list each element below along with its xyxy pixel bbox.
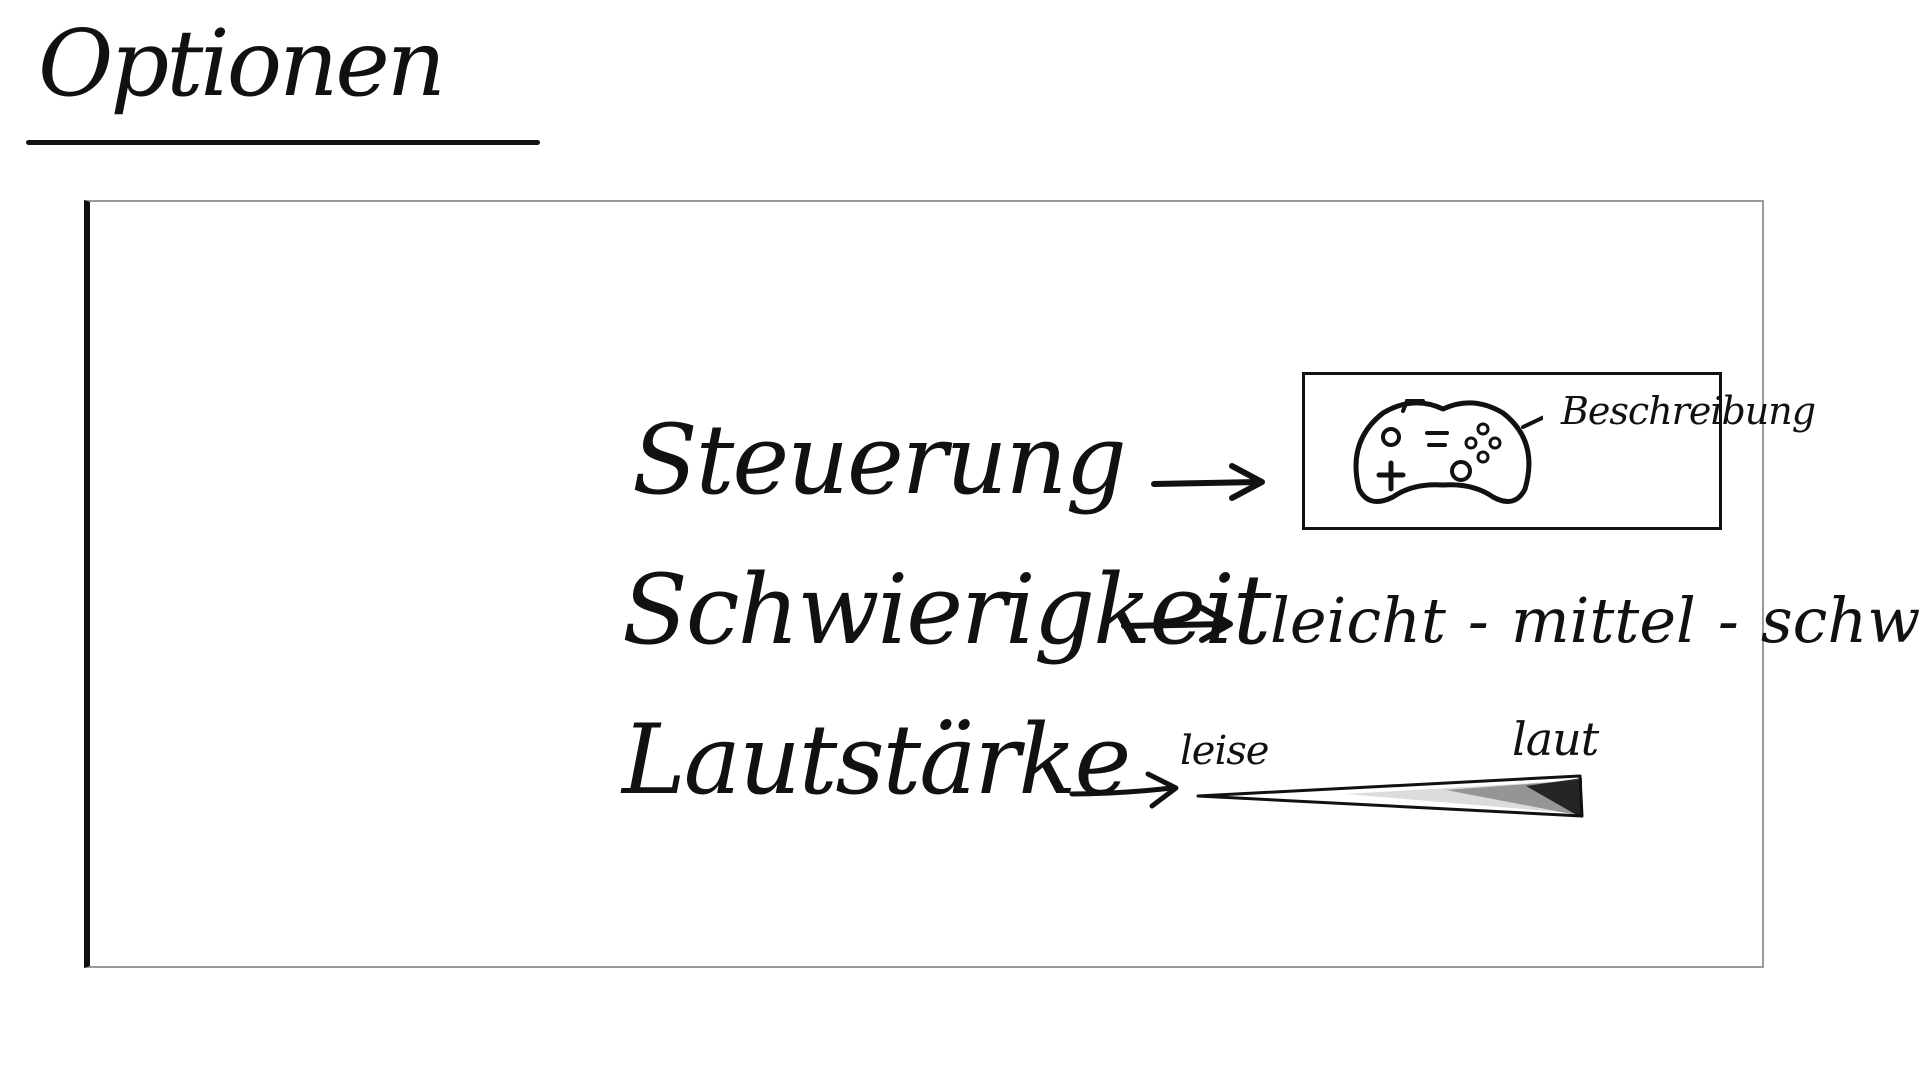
volume-slider[interactable] xyxy=(1196,770,1592,830)
controls-description-label: Beschreibung xyxy=(1561,389,1816,433)
difficulty-separator: - xyxy=(1717,584,1739,657)
difficulty-option-hard[interactable]: schwer xyxy=(1761,590,1920,652)
controls-panel[interactable]: Beschreibung xyxy=(1302,372,1816,530)
volume-label: Lautstärke xyxy=(622,704,1131,816)
page-title: Optionen xyxy=(38,10,446,117)
difficulty-separator: - xyxy=(1467,584,1489,657)
gamepad-icon xyxy=(1353,399,1543,504)
arrow-right-icon xyxy=(1069,771,1179,809)
controls-label: Steuerung xyxy=(632,404,1127,516)
difficulty-selector: leicht - mittel - schwer xyxy=(1270,590,1920,652)
difficulty-option-easy[interactable]: leicht xyxy=(1270,590,1446,652)
arrow-right-icon xyxy=(1151,463,1265,501)
arrow-right-icon xyxy=(1121,605,1233,643)
difficulty-option-medium[interactable]: mittel xyxy=(1511,590,1696,652)
volume-high-label: laut xyxy=(1512,712,1599,766)
volume-low-label: leise xyxy=(1180,728,1269,774)
title-underline xyxy=(26,140,540,145)
